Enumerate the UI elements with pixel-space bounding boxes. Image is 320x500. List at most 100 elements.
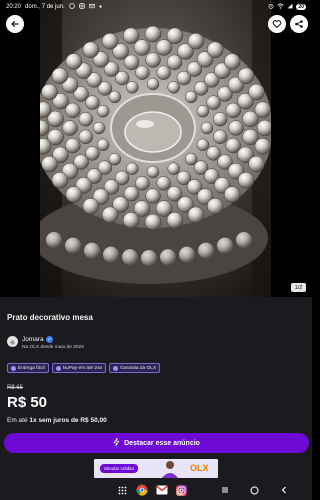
hobnail-bead [126, 81, 139, 94]
hobnail-bead [41, 83, 58, 101]
hobnail-bead [228, 120, 244, 136]
hobnail-bead [144, 213, 162, 231]
hobnail-bead [200, 121, 214, 135]
hobnail-bead [254, 138, 271, 155]
hobnail-bead [223, 53, 241, 70]
hobnail-bead-reflection [141, 250, 157, 266]
badge-entrega-facil[interactable]: Entrega fácil [7, 363, 49, 373]
hobnail-bead-reflection [160, 249, 176, 266]
price: R$ 50 [7, 394, 48, 411]
arrow-left-icon [11, 20, 19, 28]
hobnail-bead [156, 176, 171, 191]
wifi-icon [277, 3, 285, 11]
hobnail-bead [187, 32, 205, 50]
seller-since: Na OLX desde maio de 2026 [22, 345, 84, 350]
hobnail-bead [101, 206, 119, 224]
hobnail-bead [65, 186, 83, 203]
seller-name: Jomara [22, 336, 44, 343]
hobnail-bead [96, 104, 110, 118]
hobnail-bead [187, 206, 205, 224]
hobnail-bead [101, 32, 119, 50]
glass-hobnail-plate-photo [40, 0, 271, 297]
old-price: R$ 65 [7, 385, 24, 391]
notification-dot-icon [99, 4, 102, 10]
hobnail-bead [156, 65, 171, 80]
badge-label: NuPay em até 24x [62, 365, 103, 371]
hobnail-bead-reflection [179, 246, 195, 263]
hobnail-bead [248, 155, 265, 173]
installments-text: Em até 1x sem juros de R$ 50,00 [7, 417, 107, 424]
badge-garantia[interactable]: Garantia da OLX [109, 363, 161, 373]
hobnail-bead [135, 65, 150, 80]
installments-bold: 1x sem juros de R$ 50,00 [29, 417, 107, 424]
lightning-icon [113, 437, 120, 448]
hobnail-bead [62, 120, 78, 136]
hobnail-bead [248, 83, 265, 101]
olx-logo: OLX [190, 463, 209, 473]
battery-level: 20 [296, 4, 306, 10]
hobnail-bead [135, 176, 150, 191]
photo-counter: 1/2 [291, 283, 306, 292]
hobnail-bead [144, 25, 162, 43]
hobnail-bead [196, 138, 210, 152]
hobnail-bead [96, 138, 110, 152]
back-button[interactable] [6, 15, 24, 33]
badge-label: Garantia da OLX [120, 365, 157, 371]
hobnail-bead [82, 197, 100, 215]
hobnail-bead [254, 101, 271, 118]
share-button[interactable] [290, 15, 308, 33]
hobnail-bead [78, 111, 94, 127]
highlight-ad-button[interactable]: Destacar esse anúncio [4, 433, 309, 453]
hobnail-bead [212, 129, 228, 145]
signal-icon [287, 3, 293, 11]
seller-name-row[interactable]: Jomara ✓ [22, 336, 53, 343]
hobnail-bead [166, 211, 184, 229]
chrome-icon[interactable] [136, 484, 148, 496]
highlight-button-label: Destacar esse anúncio [124, 439, 200, 447]
hobnail-bead [145, 52, 161, 68]
gmail-icon[interactable] [156, 484, 168, 496]
hobnail-bead [256, 119, 271, 137]
listing-info-panel: Prato decorativo mesa Jomara ✓ Na OLX de… [0, 297, 312, 500]
hobnail-bead [51, 67, 69, 85]
banner-person-image [162, 461, 178, 478]
hobnail-bead [167, 81, 180, 94]
hobnail-bead-reflection [46, 232, 62, 248]
instagram-icon[interactable] [176, 484, 187, 496]
hobnail-bead [146, 165, 160, 179]
hobnail-bead [41, 155, 58, 173]
instagram-icon [78, 3, 85, 11]
verified-check-icon: ✓ [45, 336, 53, 343]
hobnail-bead-reflection [217, 237, 233, 254]
ad-banner[interactable]: Simular crédito OLX [94, 459, 218, 478]
favorite-button[interactable] [268, 15, 286, 33]
product-photo[interactable] [40, 0, 271, 297]
hobnail-bead-reflection [84, 242, 100, 259]
app-drawer-icon[interactable] [118, 484, 127, 496]
simulate-credit-button[interactable]: Simular crédito [100, 464, 139, 473]
badge-nupay[interactable]: NuPay em até 24x [51, 363, 107, 373]
hobnail-bead [166, 27, 184, 45]
gmail-icon [89, 3, 95, 11]
whatsapp-icon [68, 3, 75, 11]
hobnail-bead [82, 41, 100, 59]
status-bar: 20:20 dom., 7 de jun. 20 [0, 0, 312, 14]
hobnail-bead [206, 197, 224, 215]
back-icon[interactable] [280, 484, 288, 496]
hobnail-bead [145, 188, 161, 204]
nupay-icon [55, 365, 61, 371]
home-icon[interactable] [250, 484, 259, 496]
status-date: dom., 7 de jun. [25, 4, 65, 10]
hobnail-bead-reflection [103, 246, 119, 263]
heart-icon [272, 20, 282, 28]
hobnail-bead [122, 27, 140, 45]
hobnail-bead [126, 162, 139, 175]
seller-avatar[interactable] [7, 336, 18, 347]
hobnail-bead [122, 211, 140, 229]
hobnail-bead-reflection [65, 237, 81, 254]
hobnail-bead-reflection [198, 242, 214, 259]
hobnail-bead [237, 171, 255, 189]
installments-prefix: Em até [7, 417, 30, 424]
box-icon [11, 365, 16, 371]
recents-icon[interactable] [221, 484, 229, 496]
